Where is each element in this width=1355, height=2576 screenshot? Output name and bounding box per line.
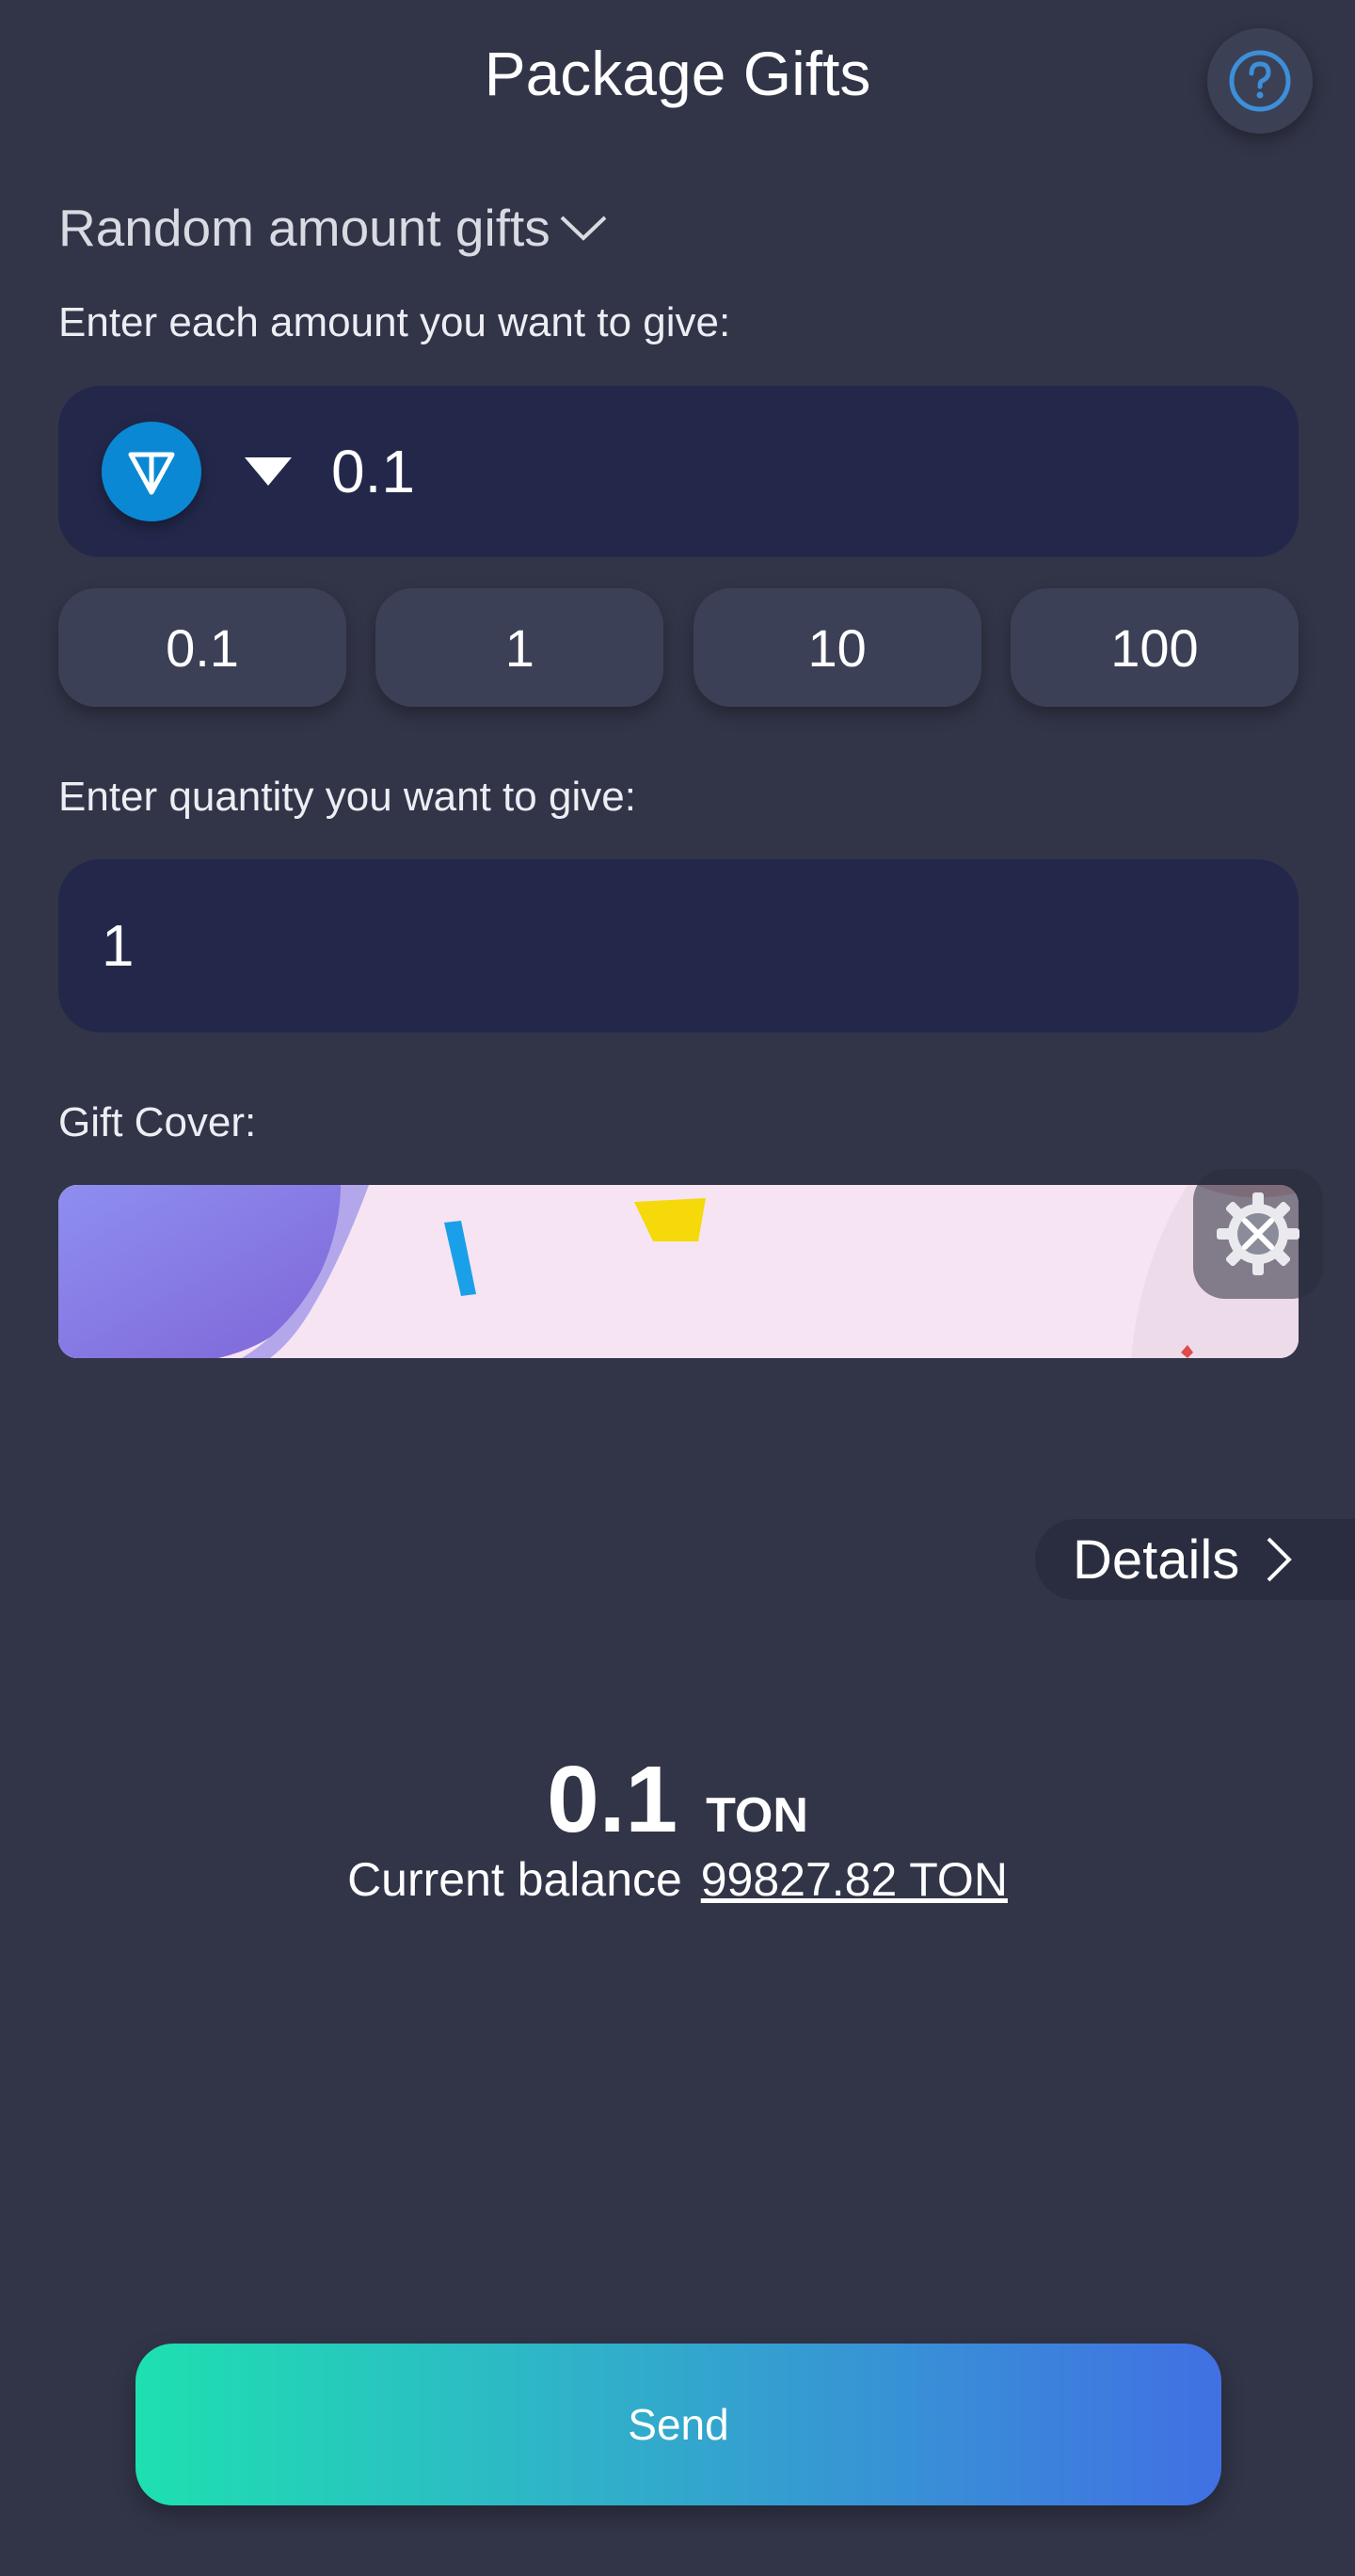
details-label: Details (1073, 1528, 1240, 1591)
gift-cover-image[interactable] (58, 1185, 1299, 1358)
preset-button-100[interactable]: 100 (1010, 588, 1299, 707)
package-gifts-screen: Package Gifts Random amount gifts Enter … (0, 0, 1355, 2576)
send-button[interactable]: Send (136, 2344, 1221, 2505)
token-dropdown-caret-icon[interactable] (243, 454, 294, 489)
current-balance: Current balance 99827.82 TON (0, 1852, 1355, 1907)
help-button[interactable] (1207, 28, 1313, 134)
balance-value-link[interactable]: 99827.82 TON (701, 1853, 1008, 1906)
balance-label: Current balance (347, 1853, 682, 1906)
total-value: 0.1 (547, 1747, 678, 1852)
settings-tools-button[interactable] (1193, 1169, 1323, 1299)
settings-tools-icon (1217, 1192, 1299, 1275)
preset-button-1[interactable]: 1 (375, 588, 664, 707)
gift-mode-selector[interactable]: Random amount gifts (58, 198, 609, 258)
gift-cover-artwork (58, 1185, 1299, 1358)
gift-cover-label: Gift Cover: (58, 1099, 257, 1145)
chevron-right-icon (1267, 1537, 1293, 1582)
question-circle-icon (1229, 50, 1291, 112)
preset-button-10[interactable]: 10 (693, 588, 981, 707)
page-title: Package Gifts (484, 39, 871, 108)
chevron-down-icon (560, 216, 607, 241)
amount-label: Enter each amount you want to give: (58, 299, 731, 345)
amount-input[interactable]: 0.1 (331, 437, 415, 506)
total-amount: 0.1 TON (0, 1746, 1355, 1854)
amount-presets: 0.1 1 10 100 (58, 588, 1299, 707)
ton-coin-icon[interactable] (102, 422, 201, 521)
gift-mode-label: Random amount gifts (58, 199, 550, 257)
quantity-input[interactable]: 1 (58, 859, 1299, 1032)
preset-button-0-1[interactable]: 0.1 (58, 588, 346, 707)
total-unit: TON (706, 1788, 808, 1843)
quantity-label: Enter quantity you want to give: (58, 774, 636, 820)
details-button[interactable]: Details (1035, 1519, 1355, 1600)
amount-input-field[interactable]: 0.1 (58, 386, 1299, 557)
